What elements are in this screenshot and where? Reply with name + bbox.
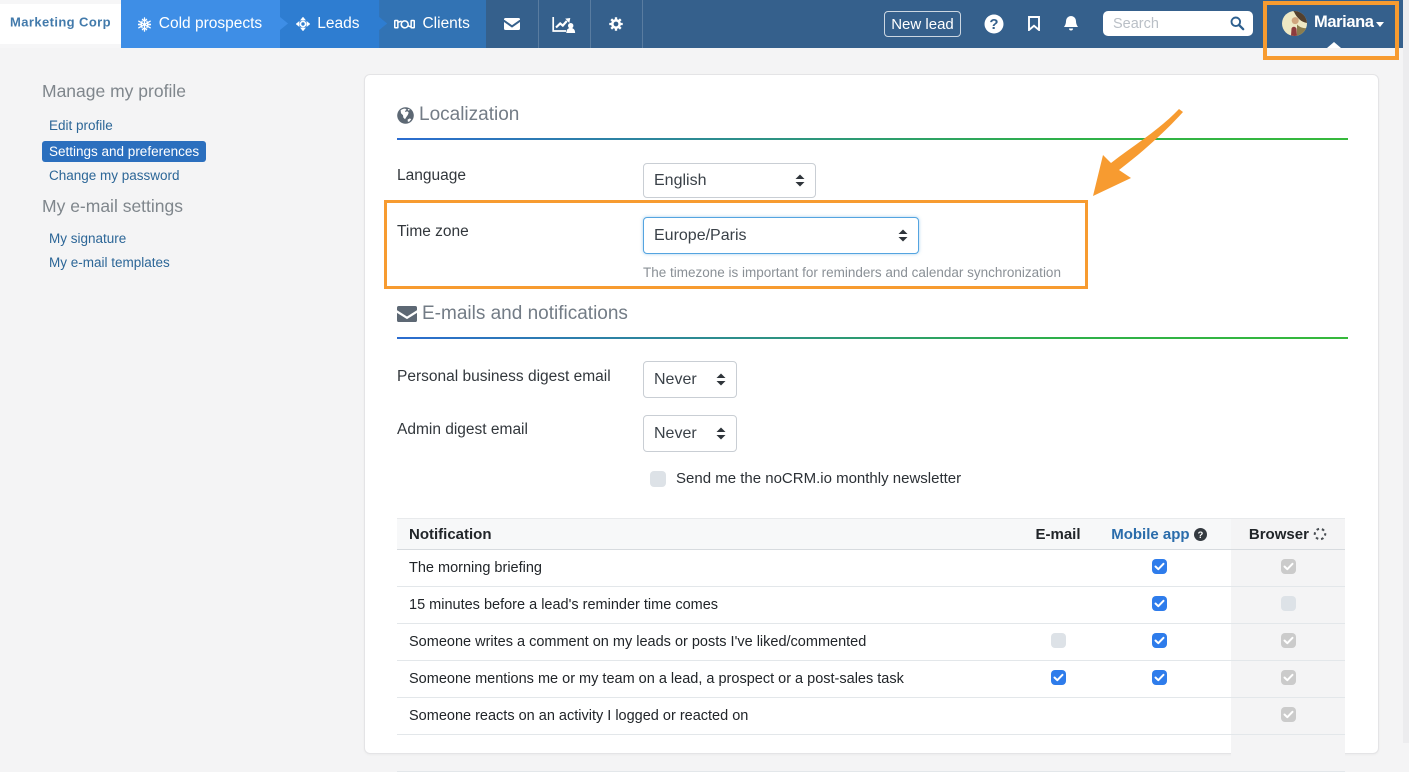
- svg-text:?: ?: [1197, 529, 1203, 539]
- svg-text:?: ?: [989, 16, 998, 33]
